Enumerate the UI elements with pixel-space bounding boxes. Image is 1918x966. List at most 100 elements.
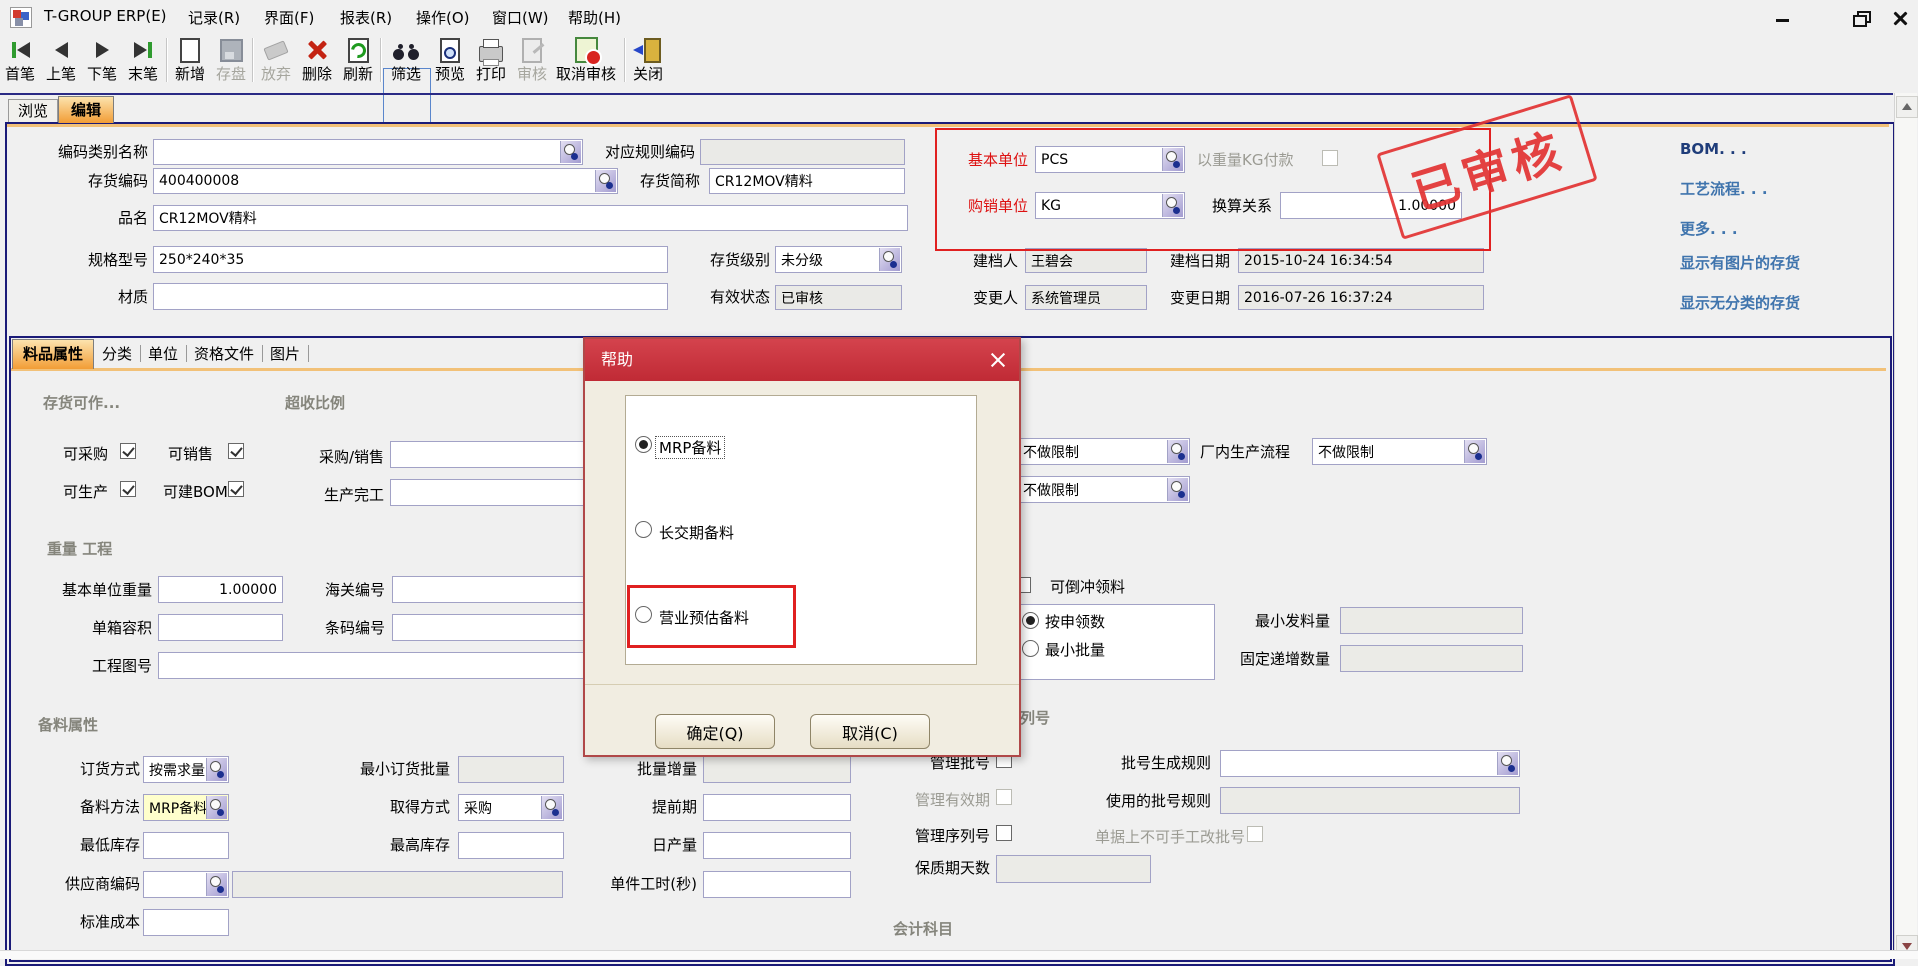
menu-report[interactable]: 报表(R) (340, 7, 392, 28)
toolbar-exit-button[interactable]: 关闭 (628, 35, 668, 89)
toolbar-separator (252, 38, 254, 82)
buy-sell-ratio-label: 采购/销售 (300, 448, 384, 467)
close-button[interactable] (1890, 8, 1912, 28)
lookup-icon[interactable] (1464, 440, 1485, 463)
lead-time-field[interactable] (703, 794, 851, 821)
lookup-icon[interactable] (1497, 752, 1518, 775)
issue-by-min-batch-radio[interactable] (1022, 640, 1039, 657)
supplier-code-field[interactable] (143, 871, 229, 898)
toolbar-last-button[interactable]: 末笔 (123, 35, 163, 89)
min-stock-field[interactable] (143, 832, 229, 859)
mrp-option-label[interactable]: MRP备料 (655, 436, 725, 459)
cycle-time-field[interactable] (703, 871, 851, 898)
link-process-flow[interactable]: 工艺流程. . . (1680, 178, 1768, 199)
can-buy-checkbox[interactable] (120, 443, 136, 459)
issue-by-request-radio[interactable] (1022, 612, 1039, 629)
customs-code-field[interactable] (392, 576, 612, 603)
lookup-icon[interactable] (1162, 194, 1183, 217)
prep-method-field[interactable]: MRP备料 (143, 794, 229, 821)
link-show-unclassified[interactable]: 显示无分类的存货 (1680, 292, 1800, 313)
mrp-option-radio[interactable] (635, 436, 652, 453)
sales-forecast-option-label[interactable]: 营业预估备料 (659, 607, 749, 628)
max-stock-field[interactable] (458, 832, 564, 859)
link-more[interactable]: 更多. . . (1680, 218, 1738, 239)
menu-view[interactable]: 界面(F) (264, 7, 314, 28)
tab-picture[interactable]: 图片 (270, 345, 300, 364)
base-unit-field[interactable]: PCS (1035, 146, 1185, 173)
save-icon (211, 35, 251, 65)
manage-serial-checkbox[interactable] (996, 825, 1012, 841)
lookup-icon[interactable] (541, 796, 562, 819)
toolbar-delete-button[interactable]: 删除 (297, 35, 337, 89)
lookup-icon[interactable] (206, 758, 227, 781)
item-code-field[interactable]: 400400008 (153, 168, 618, 194)
menu-help[interactable]: 帮助(H) (568, 7, 621, 28)
prod-done-ratio-field[interactable] (390, 479, 612, 506)
toolbar-cancel-audit-button[interactable]: 取消审核 (553, 35, 619, 89)
lookup-icon[interactable] (1167, 440, 1188, 463)
tab-edit[interactable]: 编辑 (58, 96, 114, 123)
item-name-field[interactable]: CR12MOV精料 (153, 205, 908, 231)
dialog-close-icon[interactable] (987, 349, 1009, 371)
barcode-field[interactable] (392, 614, 612, 641)
menu-record[interactable]: 记录(R) (188, 7, 240, 28)
can-make-checkbox[interactable] (120, 481, 136, 497)
lookup-icon[interactable] (206, 796, 227, 819)
long-lead-option-label[interactable]: 长交期备料 (659, 522, 734, 543)
scroll-up-arrow[interactable] (1896, 96, 1918, 118)
factory-flow-field[interactable]: 不做限制 (1312, 438, 1487, 465)
restore-button[interactable] (1848, 8, 1870, 28)
batch-rule-field[interactable] (1220, 750, 1520, 777)
daily-output-field[interactable] (703, 832, 851, 859)
limit-field-2[interactable]: 不做限制 (1017, 476, 1190, 503)
acquire-mode-field[interactable]: 采购 (458, 794, 564, 821)
long-lead-option-radio[interactable] (635, 521, 652, 538)
material-label: 材质 (0, 288, 148, 307)
can-bom-checkbox[interactable] (228, 481, 244, 497)
tab-qualification-files[interactable]: 资格文件 (194, 345, 254, 364)
can-sell-checkbox[interactable] (228, 443, 244, 459)
min-issue-field (1340, 607, 1523, 634)
std-cost-field[interactable] (143, 909, 229, 936)
toolbar-first-button[interactable]: 首笔 (0, 35, 40, 89)
tab-browse[interactable]: 浏览 (8, 99, 58, 123)
tab-classification[interactable]: 分类 (102, 345, 132, 364)
trade-unit-field[interactable]: KG (1035, 192, 1185, 219)
ok-button[interactable]: 确定(Q) (655, 714, 775, 749)
lookup-icon[interactable] (1162, 148, 1183, 171)
lookup-icon[interactable] (1167, 478, 1188, 501)
link-show-with-picture[interactable]: 显示有图片的存货 (1680, 252, 1800, 273)
spec-field[interactable]: 250*240*35 (153, 246, 668, 273)
toolbar-prev-button[interactable]: 上笔 (41, 35, 81, 89)
menu-action[interactable]: 操作(O) (416, 7, 470, 28)
toolbar-refresh-button[interactable]: 刷新 (338, 35, 378, 89)
spec-label: 规格型号 (0, 251, 148, 270)
toolbar-print-button[interactable]: 打印 (471, 35, 511, 89)
supplier-name-field (232, 871, 563, 898)
code-class-field[interactable] (153, 139, 583, 165)
menu-app[interactable]: T-GROUP ERP(E) (44, 7, 167, 25)
vertical-scrollbar[interactable] (1894, 93, 1917, 958)
link-bom[interactable]: BOM. . . (1680, 140, 1747, 158)
creator-label: 建档人 (878, 252, 1018, 271)
tab-unit[interactable]: 单位 (148, 345, 178, 364)
item-abbr-field[interactable]: CR12MOV精料 (709, 168, 905, 194)
material-field[interactable] (153, 283, 668, 310)
drawing-no-field[interactable] (158, 652, 613, 679)
toolbar-preview-button[interactable]: 预览 (430, 35, 470, 89)
menu-window[interactable]: 窗口(W) (492, 7, 549, 28)
tab-item-attributes[interactable]: 料品属性 (12, 339, 94, 369)
toolbar-new-button[interactable]: 新增 (170, 35, 210, 89)
cancel-button[interactable]: 取消(C) (810, 714, 930, 749)
lookup-icon[interactable] (206, 873, 227, 896)
toolbar-filter-button[interactable]: 筛选 (386, 35, 426, 89)
usable-section-title: 存货可作... (43, 392, 120, 413)
sales-forecast-option-radio[interactable] (635, 606, 652, 623)
limit-field-1[interactable]: 不做限制 (1017, 438, 1190, 465)
order-mode-label: 订货方式 (20, 760, 140, 779)
minimize-button[interactable] (1772, 8, 1794, 28)
toolbar-next-button[interactable]: 下笔 (82, 35, 122, 89)
buy-sell-ratio-field[interactable] (390, 441, 612, 468)
nav-next-icon (82, 35, 122, 65)
order-mode-field[interactable]: 按需求量 (143, 756, 229, 783)
